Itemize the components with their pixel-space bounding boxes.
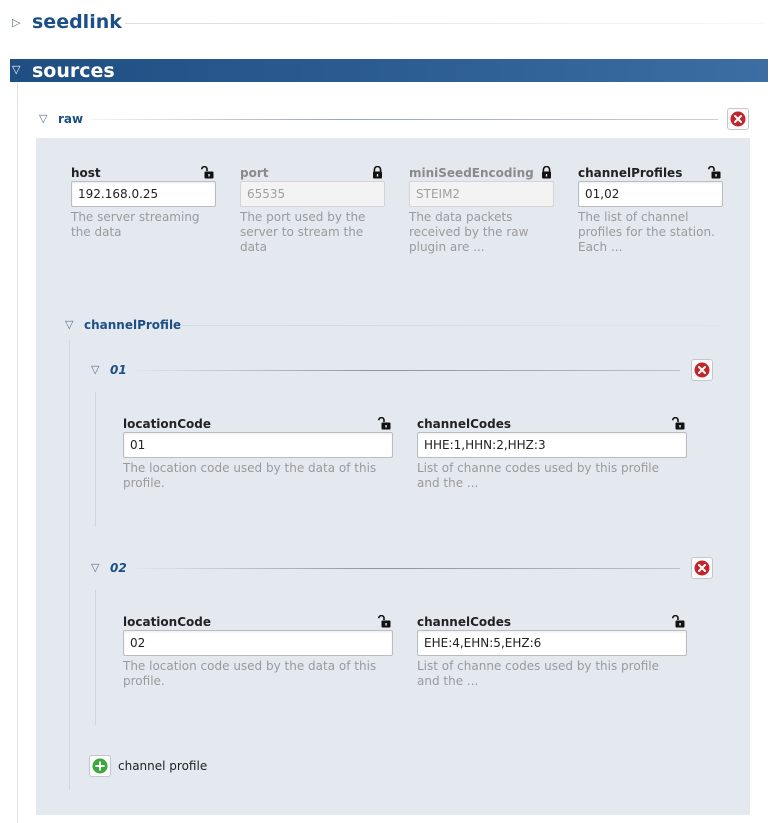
profile-01-channelcodes-description: List of channe codes used by this profil… xyxy=(417,461,659,490)
port-label: port xyxy=(240,166,269,180)
profile-01-locationcode-description: The location code used by the data of th… xyxy=(123,461,377,490)
miniseedencoding-input: STEIM2 xyxy=(409,181,554,207)
lock-open-icon[interactable] xyxy=(672,417,685,430)
host-description: The server streaming the data xyxy=(71,210,200,239)
add-channel-profile-button[interactable] xyxy=(89,755,111,777)
add-channel-profile-label[interactable]: channel profile xyxy=(118,759,207,773)
channelprofiles-input[interactable]: 01,02 xyxy=(578,181,723,207)
port-description: The port used by the server to stream th… xyxy=(240,210,366,254)
profile-02-divider xyxy=(135,568,680,569)
profile-01-channelcodes-input[interactable]: HHE:1,HHN:2,HHZ:3 xyxy=(417,432,687,458)
lock-open-icon[interactable] xyxy=(378,615,391,628)
profile-01-left-border xyxy=(95,392,96,527)
lock-closed-icon[interactable] xyxy=(371,166,384,179)
delete-icon xyxy=(694,362,710,378)
channelprofile-divider xyxy=(180,325,720,326)
collapse-profile-01-icon[interactable]: ▽ xyxy=(91,364,99,376)
profile-02-title[interactable]: 02 xyxy=(110,561,127,575)
channelprofiles-label: channelProfiles xyxy=(578,166,683,180)
profile-01-title[interactable]: 01 xyxy=(110,363,127,377)
sources-title[interactable]: sources xyxy=(32,60,115,82)
profile-01-channelcodes-label: channelCodes xyxy=(417,417,512,431)
lock-open-icon[interactable] xyxy=(708,166,721,179)
delete-icon xyxy=(694,560,710,576)
seedlink-divider xyxy=(125,23,765,24)
collapse-sources-icon[interactable]: ▽ xyxy=(12,64,20,76)
add-icon xyxy=(92,758,108,774)
profile-02-locationcode-description: The location code used by the data of th… xyxy=(123,659,377,688)
delete-profile-01-button[interactable] xyxy=(691,359,713,381)
profile-02-locationcode-label: locationCode xyxy=(123,615,211,629)
channelprofile-title[interactable]: channelProfile xyxy=(84,318,181,332)
lock-open-icon[interactable] xyxy=(672,615,685,628)
profile-02-locationcode-input[interactable]: 02 xyxy=(123,630,393,656)
miniseedencoding-label: miniSeedEncoding xyxy=(409,166,534,180)
sources-header-bar xyxy=(10,59,768,82)
lock-closed-icon[interactable] xyxy=(540,166,553,179)
port-input: 65535 xyxy=(240,181,385,207)
lock-open-icon[interactable] xyxy=(378,417,391,430)
seedlink-title[interactable]: seedlink xyxy=(32,11,122,33)
host-input[interactable]: 192.168.0.25 xyxy=(71,181,216,207)
sources-left-border xyxy=(17,82,18,823)
expand-seedlink-icon[interactable]: ▷ xyxy=(12,17,20,29)
collapse-channelprofile-icon[interactable]: ▽ xyxy=(65,319,73,331)
channelprofile-left-border xyxy=(69,340,70,790)
profile-01-divider xyxy=(135,370,680,371)
delete-profile-02-button[interactable] xyxy=(691,557,713,579)
collapse-profile-02-icon[interactable]: ▽ xyxy=(91,562,99,574)
profile-01-locationcode-input[interactable]: 01 xyxy=(123,432,393,458)
profile-02-left-border xyxy=(95,590,96,725)
profile-02-channelcodes-input[interactable]: EHE:4,EHN:5,EHZ:6 xyxy=(417,630,687,656)
lock-open-icon[interactable] xyxy=(201,166,214,179)
channelprofiles-description: The list of channel profiles for the sta… xyxy=(578,210,715,254)
profile-01-locationcode-label: locationCode xyxy=(123,417,211,431)
raw-title[interactable]: raw xyxy=(58,112,83,126)
profile-02-channelcodes-description: List of channe codes used by this profil… xyxy=(417,659,659,688)
raw-divider xyxy=(90,119,718,120)
delete-icon xyxy=(730,111,746,127)
miniseedencoding-description: The data packets received by the raw plu… xyxy=(409,210,529,254)
host-label: host xyxy=(71,166,101,180)
collapse-raw-icon[interactable]: ▽ xyxy=(39,113,47,125)
profile-02-channelcodes-label: channelCodes xyxy=(417,615,512,629)
delete-raw-button[interactable] xyxy=(727,108,749,130)
